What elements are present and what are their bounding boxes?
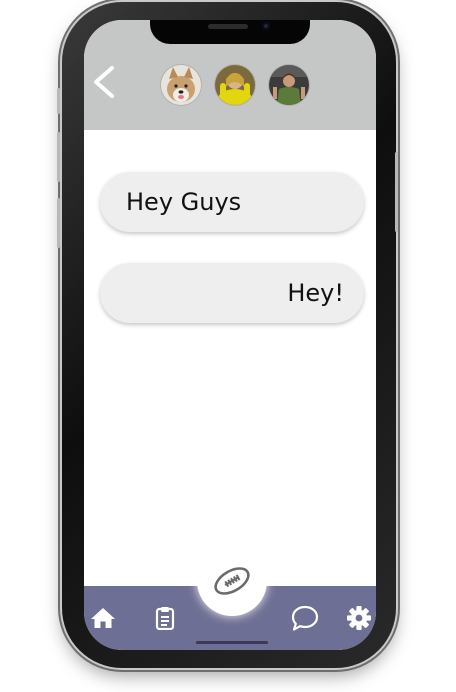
nav-chat-button[interactable] bbox=[290, 604, 320, 632]
dog-photo-icon bbox=[161, 65, 201, 105]
football-icon bbox=[214, 567, 250, 595]
gear-icon bbox=[347, 606, 371, 630]
person-photo-icon bbox=[269, 65, 309, 105]
power-button bbox=[395, 152, 398, 232]
person-photo-icon bbox=[215, 65, 255, 105]
avatar-green-shirt[interactable] bbox=[269, 65, 309, 105]
front-camera bbox=[262, 22, 270, 30]
avatar-dog[interactable] bbox=[161, 65, 201, 105]
nav-clipboard-button[interactable] bbox=[150, 604, 180, 632]
silent-switch bbox=[57, 198, 60, 248]
message-text: Hey Guys bbox=[126, 188, 242, 216]
phone-notch bbox=[150, 20, 310, 44]
home-icon bbox=[91, 608, 115, 628]
chevron-left-icon bbox=[94, 66, 114, 98]
nav-football-button[interactable] bbox=[197, 546, 267, 616]
message-list: Hey Guys Hey! bbox=[84, 130, 376, 580]
home-indicator bbox=[196, 641, 268, 644]
chat-header bbox=[84, 20, 376, 130]
nav-home-button[interactable] bbox=[88, 604, 118, 632]
chat-bubble-icon bbox=[291, 605, 319, 631]
phone-screen: Hey Guys Hey! bbox=[84, 20, 376, 650]
nav-settings-button[interactable] bbox=[344, 604, 374, 632]
message-bubble[interactable]: Hey Guys bbox=[100, 172, 364, 232]
speaker-grille bbox=[208, 24, 248, 29]
message-bubble[interactable]: Hey! bbox=[100, 263, 364, 323]
volume-up-button bbox=[57, 88, 60, 114]
avatar-yellow-jacket[interactable] bbox=[215, 65, 255, 105]
back-button[interactable] bbox=[88, 64, 124, 100]
clipboard-icon bbox=[155, 607, 175, 630]
message-text: Hey! bbox=[287, 279, 344, 307]
volume-down-button bbox=[57, 132, 60, 182]
